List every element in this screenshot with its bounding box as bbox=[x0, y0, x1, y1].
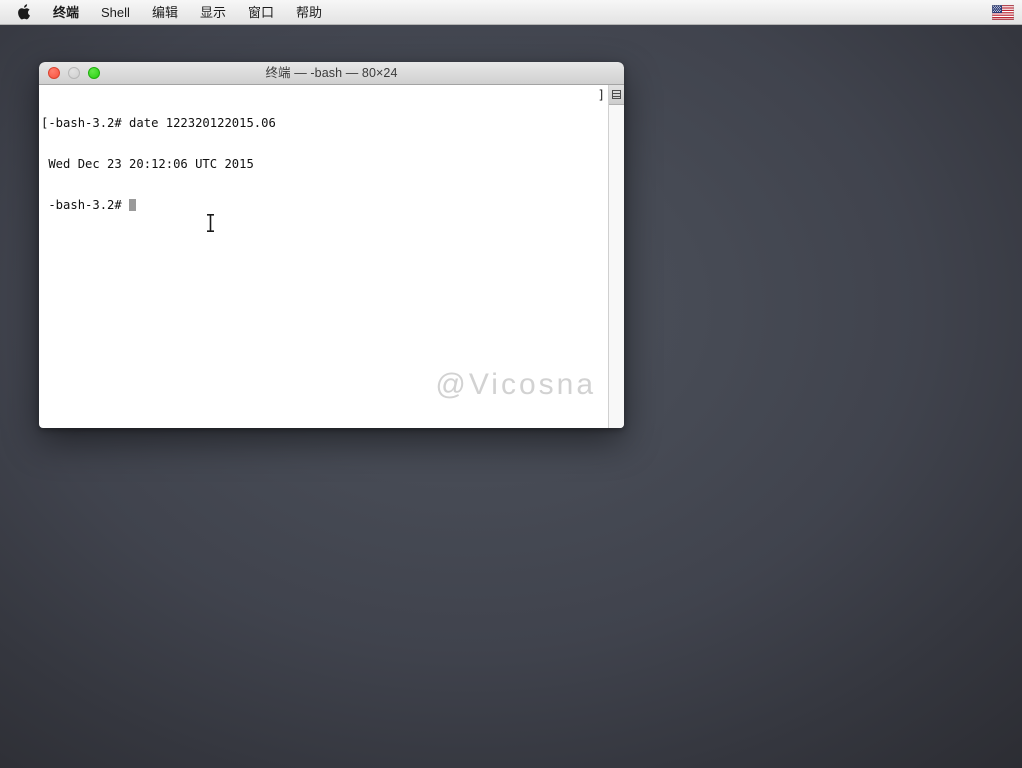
menu-bar: 终端 Shell 编辑 显示 窗口 帮助 bbox=[0, 0, 1022, 25]
terminal-right-bracket: ] bbox=[597, 88, 605, 102]
menu-item-terminal[interactable]: 终端 bbox=[42, 3, 90, 22]
terminal-line-3: -bash-3.2# bbox=[41, 198, 608, 213]
window-traffic-lights bbox=[48, 67, 100, 79]
minimize-button[interactable] bbox=[68, 67, 80, 79]
menu-item-view[interactable]: 显示 bbox=[189, 3, 237, 22]
terminal-scrollbar[interactable] bbox=[608, 85, 624, 428]
menu-item-shell[interactable]: Shell bbox=[90, 3, 141, 22]
terminal-body[interactable]: [-bash-3.2# date 122320122015.06 Wed Dec… bbox=[39, 85, 624, 428]
window-titlebar[interactable]: 终端 — -bash — 80×24 bbox=[39, 62, 624, 85]
menu-item-help-label: 帮助 bbox=[295, 4, 322, 20]
terminal-line-1-text: -bash-3.2# date 122320122015.06 bbox=[48, 115, 276, 130]
menu-item-terminal-label: 终端 bbox=[53, 4, 80, 20]
list-lines-glyph bbox=[612, 90, 621, 99]
terminal-line-2: Wed Dec 23 20:12:06 UTC 2015 bbox=[41, 156, 608, 172]
window-title: 终端 — -bash — 80×24 bbox=[265, 66, 398, 80]
menu-item-shell-label: Shell bbox=[101, 4, 130, 20]
menu-item-edit[interactable]: 编辑 bbox=[141, 3, 189, 22]
menu-item-edit-label: 编辑 bbox=[151, 4, 178, 20]
menu-bar-status-area bbox=[992, 4, 1022, 20]
menu-item-window-label: 窗口 bbox=[247, 4, 274, 20]
list-lines-icon[interactable] bbox=[609, 85, 624, 105]
terminal-line-2-text: Wed Dec 23 20:12:06 UTC 2015 bbox=[48, 156, 254, 171]
us-flag-icon[interactable] bbox=[992, 4, 1016, 20]
terminal-line-1: [-bash-3.2# date 122320122015.06 bbox=[41, 115, 608, 131]
menu-item-help[interactable]: 帮助 bbox=[285, 3, 333, 22]
terminal-prompt: -bash-3.2# bbox=[48, 198, 130, 213]
apple-logo-icon[interactable] bbox=[16, 3, 32, 22]
close-button[interactable] bbox=[48, 67, 60, 79]
menu-item-window[interactable]: 窗口 bbox=[237, 3, 285, 22]
terminal-window[interactable]: 终端 — -bash — 80×24 [-bash-3.2# date 1223… bbox=[39, 62, 624, 428]
terminal-output[interactable]: [-bash-3.2# date 122320122015.06 Wed Dec… bbox=[39, 85, 608, 428]
zoom-button[interactable] bbox=[88, 67, 100, 79]
menu-item-view-label: 显示 bbox=[199, 4, 226, 20]
terminal-cursor bbox=[129, 199, 137, 212]
